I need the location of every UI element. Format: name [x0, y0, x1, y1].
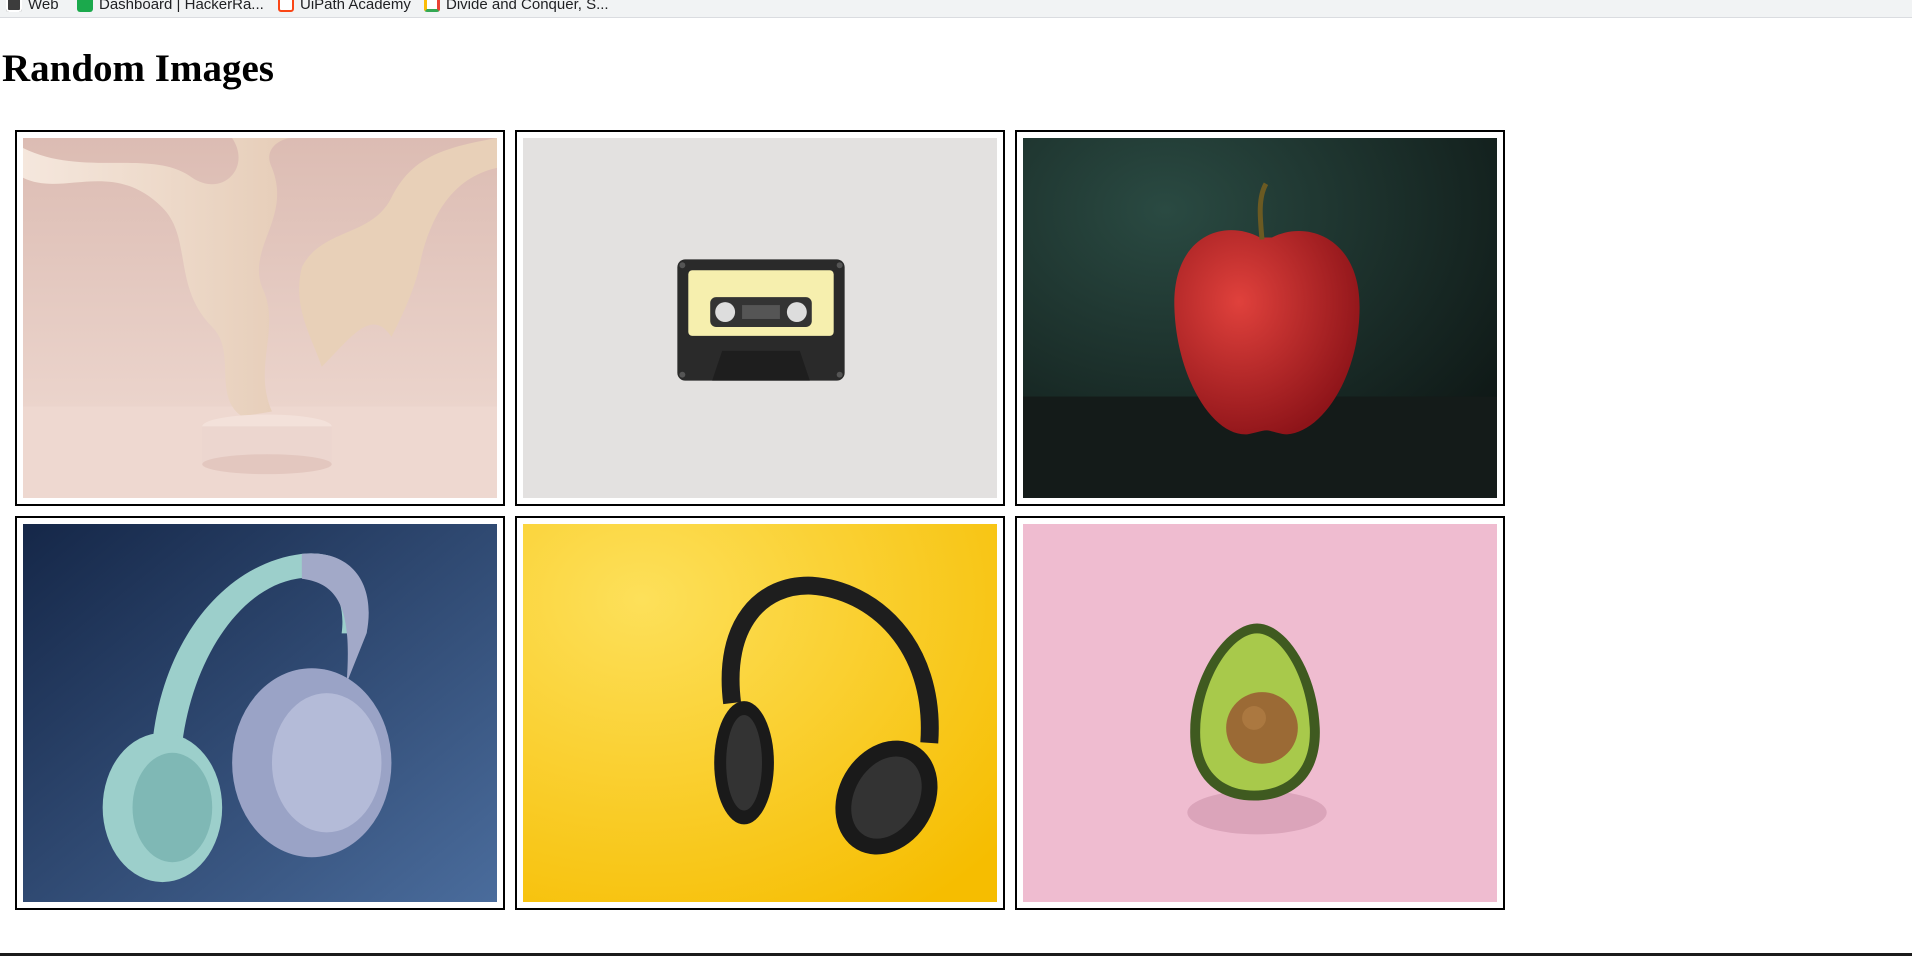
image-abstract-sculpture — [23, 138, 497, 498]
bookmark-label: Dashboard | HackerRa... — [99, 0, 264, 13]
bookmark-label: Web — [28, 0, 59, 13]
image-grid — [15, 130, 1505, 910]
hackerrank-icon — [77, 0, 93, 12]
image-card[interactable] — [15, 516, 505, 910]
image-black-headphones — [523, 524, 997, 902]
bookmark-web[interactable]: Web — [6, 0, 59, 14]
image-card[interactable] — [515, 130, 1005, 506]
image-card[interactable] — [515, 516, 1005, 910]
image-cassette-tape — [523, 138, 997, 498]
image-avocado — [1023, 524, 1497, 902]
bookmarks-bar: Web Dashboard | HackerRa... UiPath Acade… — [0, 0, 1912, 18]
bookmark-label: Divide and Conquer, S... — [446, 0, 609, 13]
bookmark-uipath[interactable]: UiPath Academy — [278, 0, 411, 14]
uipath-icon — [278, 0, 294, 12]
image-red-apple — [1023, 138, 1497, 498]
google-icon — [424, 0, 440, 12]
wordpress-icon — [6, 0, 22, 12]
image-teal-headphones — [23, 524, 497, 902]
bookmark-hackerrank[interactable]: Dashboard | HackerRa... — [77, 0, 264, 14]
page-title: Random Images — [2, 47, 274, 90]
image-card[interactable] — [1015, 516, 1505, 910]
image-card[interactable] — [1015, 130, 1505, 506]
bookmark-divide-and-conquer[interactable]: Divide and Conquer, S... — [424, 0, 609, 14]
bookmark-label: UiPath Academy — [300, 0, 411, 13]
image-card[interactable] — [15, 130, 505, 506]
